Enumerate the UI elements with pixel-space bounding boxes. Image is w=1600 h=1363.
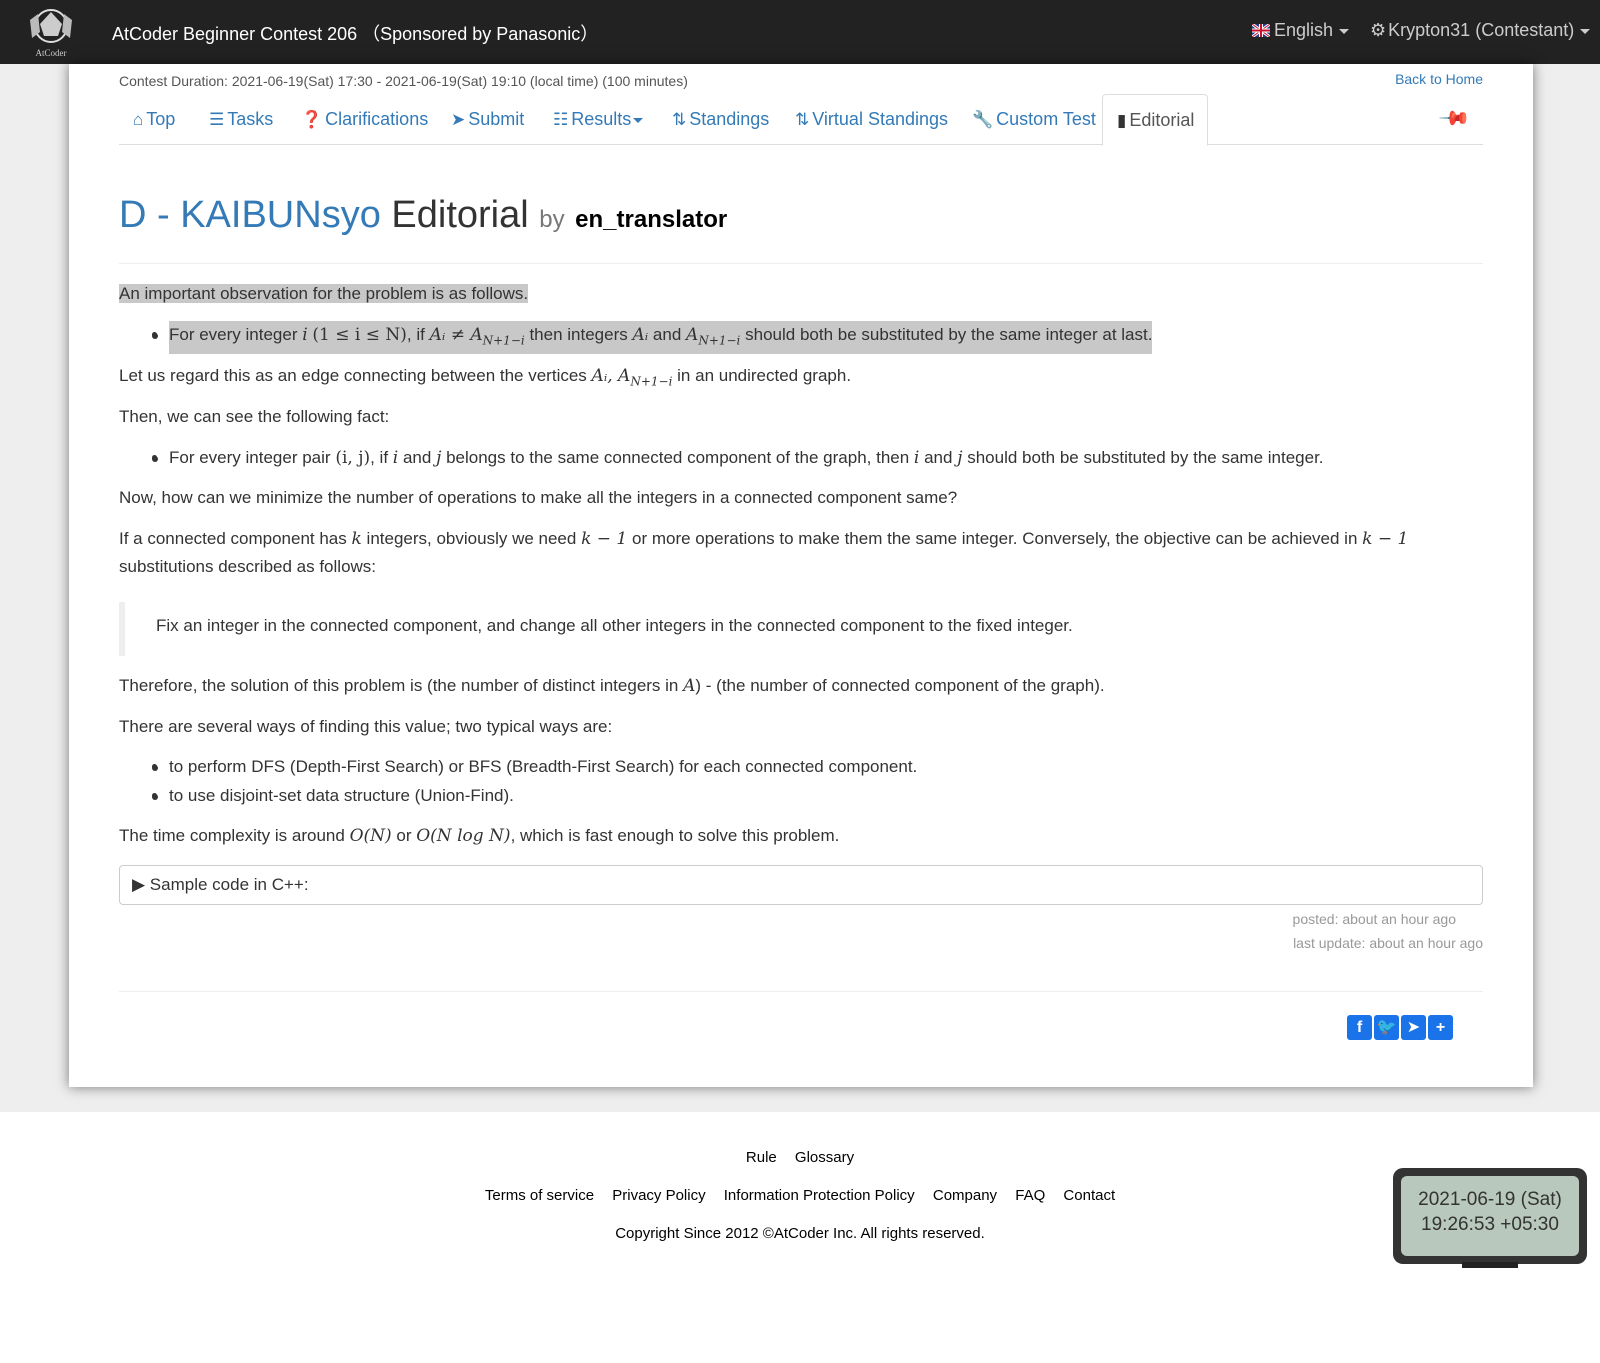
author-name[interactable]: en_translator [575,206,727,233]
tab-clarifications[interactable]: ❓ Clarifications [301,109,428,130]
list-item: For every integer pair (i, j), if i and … [152,444,1324,472]
home-icon: ⌂ [133,110,144,129]
chevron-down-icon [1580,28,1591,34]
footer-link-glossary[interactable]: Glossary [795,1149,854,1166]
blockquote: Fix an integer in the connected componen… [119,602,1483,656]
tab-tasks[interactable]: ☰ Tasks [209,109,273,130]
wrench-icon: 🔧 [972,110,994,129]
tab-custom-test[interactable]: 🔧 Custom Test [972,109,1096,130]
send-icon: ➤ [451,110,466,129]
bullet [152,456,158,462]
by-label: by [539,206,565,233]
contest-duration: Contest Duration: 2021-06-19(Sat) 17:30 … [119,73,688,89]
tasks-icon: ☰ [209,110,225,129]
uk-flag-icon [1251,21,1271,39]
pin-icon[interactable]: 📌 [1437,101,1472,136]
user-dropdown[interactable]: ⚙ Krypton31 (Contestant) [1370,20,1591,41]
sample-code-details[interactable]: ▶ Sample code in C++: [119,865,1483,905]
page-title: D - KAIBUNsyo Editorial by en_translator [119,194,727,237]
atcoder-logo[interactable]: AtCoder [18,2,84,60]
clock-time: 19:26:53 +05:30 [1421,1214,1559,1235]
footer-link-info-protection[interactable]: Information Protection Policy [724,1187,915,1204]
book-icon: ▮ [1117,111,1127,130]
paragraph: substitutions described as follows: [119,557,377,576]
footer-link-privacy[interactable]: Privacy Policy [612,1187,705,1204]
tab-results[interactable]: ☷ Results [553,109,644,130]
paragraph: If a connected component has k integers,… [119,529,1409,549]
language-dropdown[interactable]: English [1251,20,1350,41]
clock-face: 2021-06-19 (Sat) 19:26:53 +05:30 [1401,1176,1579,1256]
paragraph: Now, how can we minimize the number of o… [119,488,958,507]
paragraph: Then, we can see the following fact: [119,407,390,426]
sort-icon: ⇅ [672,110,687,129]
footer-link-contact[interactable]: Contact [1063,1187,1115,1204]
footer-link-company[interactable]: Company [933,1187,997,1204]
top-navbar: AtCoder AtCoder Beginner Contest 206 （Sp… [0,0,1600,64]
list-item: to perform DFS (Depth-First Search) or B… [152,753,917,781]
svg-text:AtCoder: AtCoder [36,48,67,58]
tab-top[interactable]: ⌂ Top [133,109,175,130]
task-link[interactable]: D - KAIBUNsyo [119,194,381,236]
divider [119,991,1483,992]
plus-icon[interactable]: + [1428,1015,1453,1040]
sort-icon: ⇅ [795,110,810,129]
facebook-icon[interactable]: f [1347,1015,1372,1040]
list-item: For every integer i (1 ≤ i ≤ N), if Aᵢ ≠… [152,321,1153,355]
footer-links-row2: Terms of service Privacy Policy Informat… [0,1187,1600,1204]
question-icon: ❓ [301,110,323,129]
bullet [152,794,158,800]
fixed-clock: 2021-06-19 (Sat) 19:26:53 +05:30 [1393,1168,1587,1268]
paragraph: An important observation for the problem… [119,284,529,303]
list-item: to use disjoint-set data structure (Unio… [152,782,514,810]
gear-icon: ⚙ [1370,20,1387,40]
copyright: Copyright Since 2012 ©AtCoder Inc. All r… [615,1225,985,1242]
tab-standings[interactable]: ⇅ Standings [672,109,769,130]
contest-tabs: ⌂ Top ☰ Tasks ❓ Clarifications ➤ Submit ☷ Res… [119,94,1483,146]
tab-editorial[interactable]: ▮ Editorial [1102,94,1209,146]
paragraph: There are several ways of finding this v… [119,717,613,736]
footer-link-rule[interactable]: Rule [746,1149,777,1166]
bullet [152,765,158,771]
last-update-time: last update: about an hour ago [1293,935,1483,951]
footer-links-row1: Rule Glossary [0,1149,1600,1166]
footer-link-terms[interactable]: Terms of service [485,1187,594,1204]
posted-time: posted: about an hour ago [1292,911,1456,927]
footer: Rule Glossary Terms of service Privacy P… [0,1112,1600,1363]
title-suffix: Editorial [391,194,529,236]
back-to-home-link[interactable]: Back to Home [1395,71,1483,87]
tab-submit[interactable]: ➤ Submit [451,109,524,130]
paragraph: The time complexity is around O(N) or O(… [119,826,840,846]
tab-virtual-standings[interactable]: ⇅ Virtual Standings [795,109,948,130]
bullet [152,333,158,339]
telegram-icon[interactable]: ➤ [1401,1015,1426,1040]
chevron-down-icon [633,117,644,123]
clock-date: 2021-06-19 (Sat) [1418,1189,1562,1210]
twitter-icon[interactable]: 🐦 [1374,1015,1399,1040]
sample-code-summary[interactable]: ▶ Sample code in C++: [132,875,309,895]
user-label: Krypton31 (Contestant) [1388,20,1575,40]
footer-link-faq[interactable]: FAQ [1015,1187,1045,1204]
contest-title[interactable]: AtCoder Beginner Contest 206 （Sponsored … [112,20,598,46]
clock-stand [1462,1262,1518,1268]
quote-text: Fix an integer in the connected componen… [156,616,1073,635]
paragraph: Let us regard this as an edge connecting… [119,366,852,389]
main-container: Contest Duration: 2021-06-19(Sat) 17:30 … [69,64,1533,1087]
list-icon: ☷ [553,110,569,129]
chevron-down-icon [1339,28,1350,34]
language-label: English [1274,20,1334,40]
divider [119,263,1483,264]
paragraph: Therefore, the solution of this problem … [119,676,1105,696]
